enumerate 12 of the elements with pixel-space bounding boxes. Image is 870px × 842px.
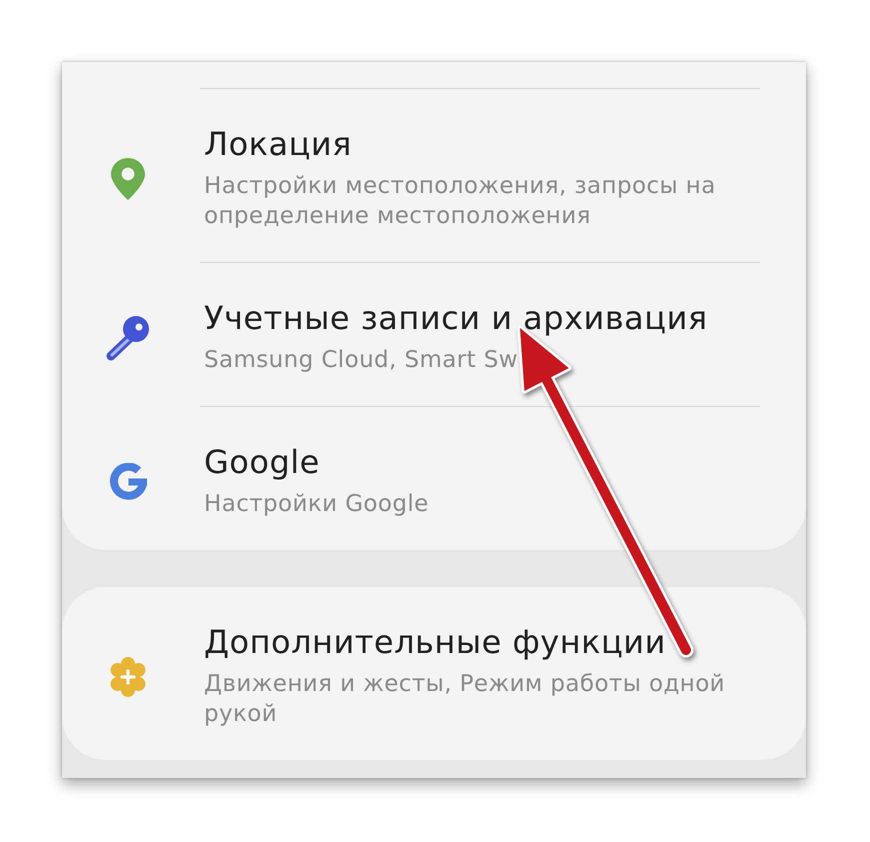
setting-title[interactable]: Учетные записи и архивация bbox=[204, 300, 708, 336]
setting-title[interactable]: Дополнительные функции bbox=[204, 624, 666, 660]
location-pin-icon bbox=[111, 158, 145, 200]
setting-description: Samsung Cloud, Smart Sw bbox=[204, 346, 518, 375]
setting-title[interactable]: Локация bbox=[204, 126, 352, 162]
setting-title[interactable]: Google bbox=[204, 444, 320, 480]
setting-description: Настройки местоположения, запросы на определение местоположения bbox=[204, 172, 717, 231]
g-logo-icon bbox=[108, 462, 148, 500]
gear-plus-icon bbox=[109, 656, 147, 696]
setting-description: Настройки Google bbox=[204, 490, 429, 519]
setting-description: Движения и жесты, Режим работы одной рукой bbox=[204, 670, 726, 729]
key-icon bbox=[105, 314, 151, 362]
